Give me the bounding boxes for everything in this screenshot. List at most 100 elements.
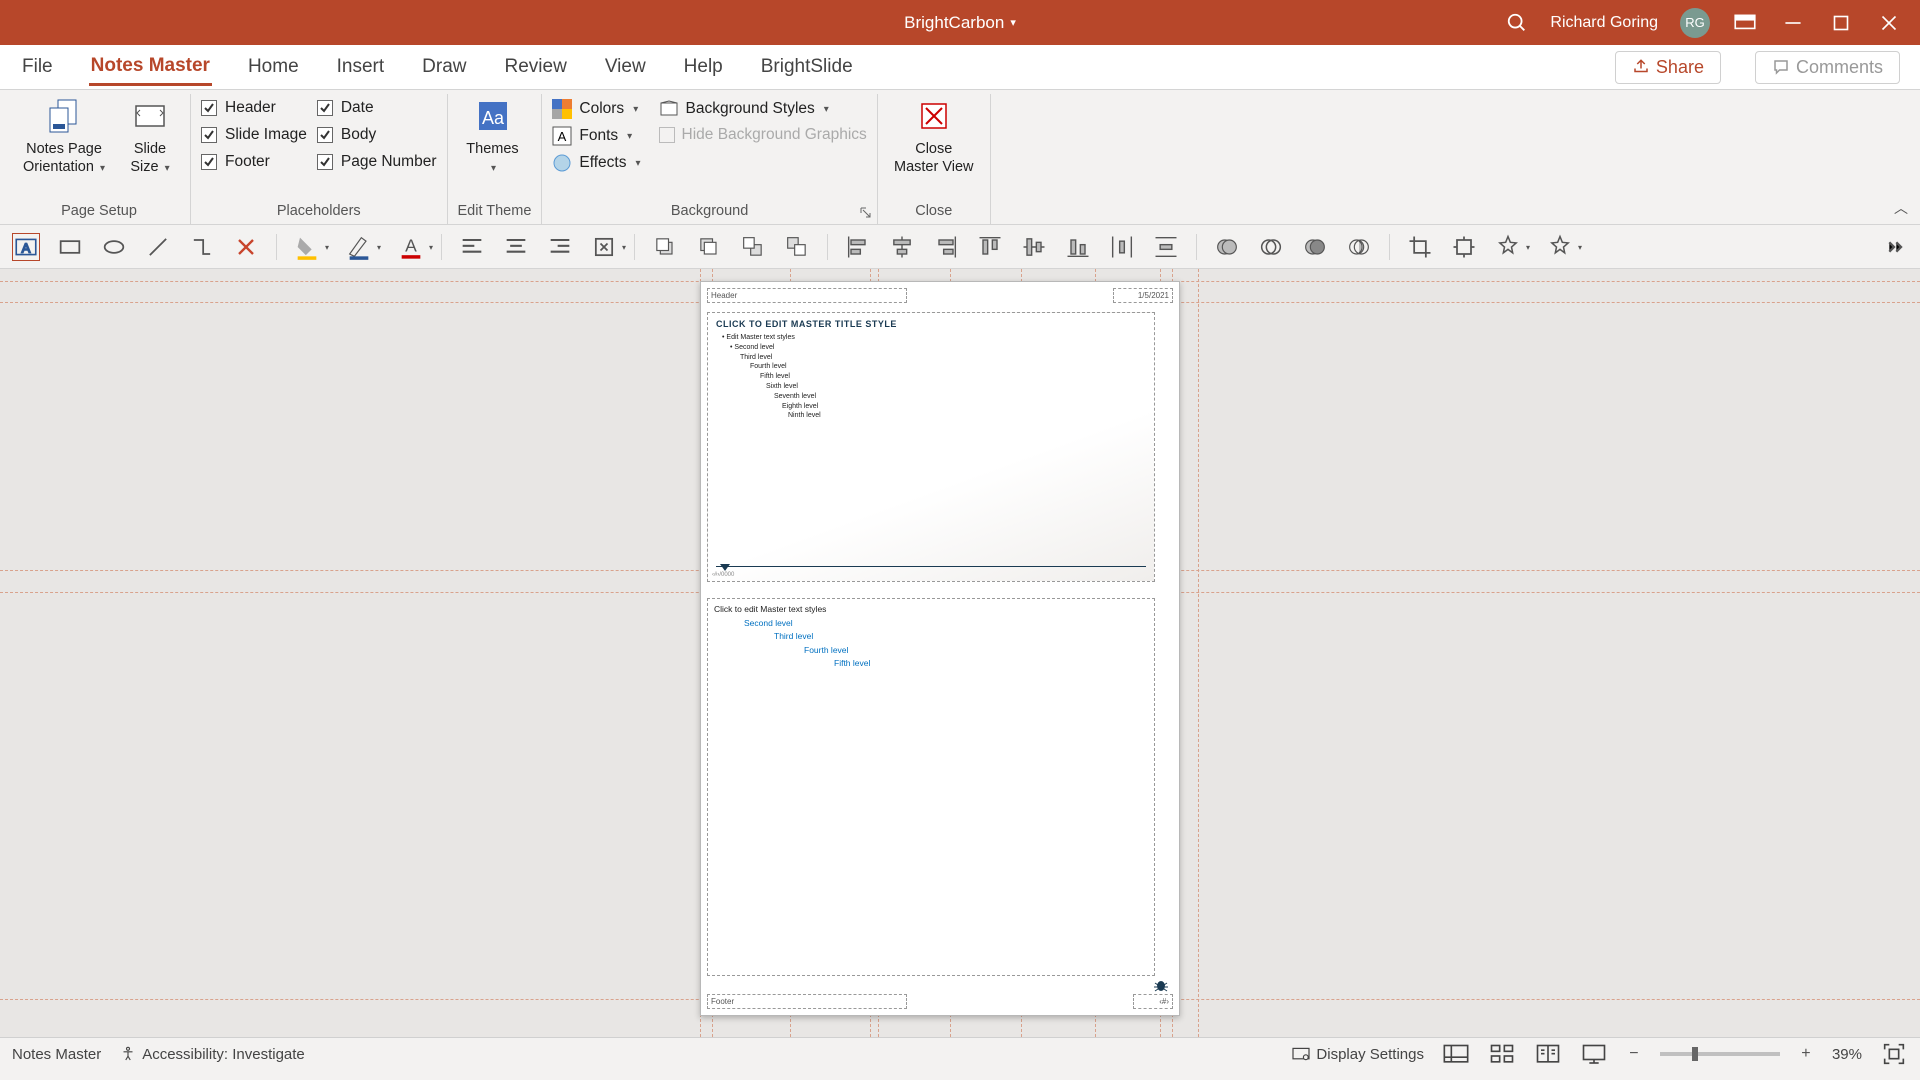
- check-page-number[interactable]: Page Number: [317, 153, 437, 171]
- slide-sorter-view-icon[interactable]: [1488, 1043, 1516, 1065]
- themes-button[interactable]: Aa Themes▾: [458, 96, 528, 176]
- canvas-area[interactable]: Header 1/5/2021 CLICK TO EDIT MASTER TIT…: [0, 269, 1920, 1037]
- tab-notes-master[interactable]: Notes Master: [89, 49, 212, 86]
- header-placeholder[interactable]: Header: [707, 288, 907, 303]
- tab-help[interactable]: Help: [682, 50, 725, 84]
- send-to-back-icon[interactable]: [783, 233, 811, 261]
- merge-union-icon[interactable]: [1213, 233, 1241, 261]
- tab-review[interactable]: Review: [503, 50, 569, 84]
- footer-placeholder[interactable]: Footer: [707, 994, 907, 1009]
- merge-intersect-icon[interactable]: [1345, 233, 1373, 261]
- star-add-icon[interactable]: ▾: [1494, 233, 1522, 261]
- check-footer[interactable]: Footer: [201, 153, 307, 171]
- merge-fragment-icon[interactable]: [1301, 233, 1329, 261]
- page-number-placeholder[interactable]: ‹#›: [1133, 994, 1173, 1009]
- outline-color-icon[interactable]: ▾: [345, 233, 373, 261]
- title-bar: BrightCarbon ▾ Richard Goring RG: [0, 0, 1920, 45]
- zoom-out-button[interactable]: −: [1626, 1045, 1642, 1063]
- align-obj-right-icon[interactable]: [932, 233, 960, 261]
- rectangle-tool-icon[interactable]: [56, 233, 84, 261]
- effects-button[interactable]: Effects ▾: [552, 153, 640, 173]
- close-window-button[interactable]: [1876, 10, 1902, 36]
- zoom-level[interactable]: 39%: [1832, 1046, 1862, 1063]
- document-title[interactable]: BrightCarbon ▾: [904, 13, 1016, 33]
- distribute-vertical-icon[interactable]: [1152, 233, 1180, 261]
- avatar[interactable]: RG: [1680, 8, 1710, 38]
- notes-page[interactable]: Header 1/5/2021 CLICK TO EDIT MASTER TIT…: [700, 281, 1180, 1016]
- zoom-in-button[interactable]: +: [1798, 1045, 1814, 1063]
- tab-view[interactable]: View: [603, 50, 648, 84]
- fonts-button[interactable]: AFonts ▾: [552, 126, 640, 146]
- tab-home[interactable]: Home: [246, 50, 301, 84]
- reading-view-icon[interactable]: [1534, 1043, 1562, 1065]
- tab-brightslide[interactable]: BrightSlide: [759, 50, 855, 84]
- bring-forward-icon[interactable]: [651, 233, 679, 261]
- elbow-connector-icon[interactable]: [188, 233, 216, 261]
- align-obj-center-icon[interactable]: [888, 233, 916, 261]
- align-obj-middle-icon[interactable]: [1020, 233, 1048, 261]
- svg-text:A: A: [22, 240, 31, 255]
- zoom-slider[interactable]: [1660, 1052, 1780, 1056]
- tab-insert[interactable]: Insert: [335, 50, 387, 84]
- align-right-icon[interactable]: [546, 233, 574, 261]
- align-center-icon[interactable]: [502, 233, 530, 261]
- background-styles-button[interactable]: Background Styles ▾: [659, 99, 867, 119]
- group-label: Close: [888, 200, 980, 222]
- fonts-icon: A: [552, 126, 572, 146]
- ribbon-display-icon[interactable]: [1732, 10, 1758, 36]
- fill-color-icon[interactable]: ▾: [293, 233, 321, 261]
- accessibility-button[interactable]: Accessibility: Investigate: [119, 1045, 305, 1063]
- minimize-button[interactable]: [1780, 10, 1806, 36]
- crop-icon[interactable]: [1406, 233, 1434, 261]
- tab-draw[interactable]: Draw: [420, 50, 468, 84]
- slide-image-placeholder[interactable]: CLICK TO EDIT MASTER TITLE STYLE • Edit …: [707, 312, 1155, 582]
- send-backward-icon[interactable]: [695, 233, 723, 261]
- hide-background-graphics-check: Hide Background Graphics: [659, 126, 867, 144]
- body-placeholder[interactable]: Click to edit Master text styles Second …: [707, 598, 1155, 976]
- oval-tool-icon[interactable]: [100, 233, 128, 261]
- date-placeholder[interactable]: 1/5/2021: [1113, 288, 1173, 303]
- close-master-view-button[interactable]: Close Master View: [888, 96, 980, 176]
- orientation-icon: [44, 96, 84, 136]
- check-slide-image[interactable]: Slide Image: [201, 126, 307, 144]
- normal-view-icon[interactable]: [1442, 1043, 1470, 1065]
- fit-to-window-icon[interactable]: [1880, 1043, 1908, 1065]
- comments-button[interactable]: Comments: [1755, 51, 1900, 84]
- group-label: Edit Theme: [458, 200, 532, 222]
- colors-button[interactable]: Colors ▾: [552, 99, 640, 119]
- size-position-icon[interactable]: [1450, 233, 1478, 261]
- star-play-icon[interactable]: ▾: [1546, 233, 1574, 261]
- align-obj-left-icon[interactable]: [844, 233, 872, 261]
- dialog-launcher-icon[interactable]: [859, 206, 873, 220]
- slideshow-view-icon[interactable]: [1580, 1043, 1608, 1065]
- distribute-horizontal-icon[interactable]: [1108, 233, 1136, 261]
- delete-icon[interactable]: [232, 233, 260, 261]
- align-obj-bottom-icon[interactable]: [1064, 233, 1092, 261]
- check-body[interactable]: Body: [317, 126, 437, 144]
- textbox-tool-icon[interactable]: A: [12, 233, 40, 261]
- font-color-icon[interactable]: A▾: [397, 233, 425, 261]
- user-name[interactable]: Richard Goring: [1550, 14, 1658, 32]
- group-edit-theme: Aa Themes▾ Edit Theme: [448, 94, 543, 224]
- notes-page-orientation-button[interactable]: Notes Page Orientation ▾: [18, 96, 110, 176]
- bring-to-front-icon[interactable]: [739, 233, 767, 261]
- maximize-button[interactable]: [1828, 10, 1854, 36]
- align-obj-top-icon[interactable]: [976, 233, 1004, 261]
- search-icon[interactable]: [1506, 12, 1528, 34]
- align-left-icon[interactable]: [458, 233, 486, 261]
- check-date[interactable]: Date: [317, 99, 437, 117]
- tab-file[interactable]: File: [20, 50, 55, 84]
- background-styles-icon: [659, 99, 679, 119]
- slide-size-button[interactable]: Slide Size ▾: [120, 96, 180, 176]
- share-button[interactable]: Share: [1615, 51, 1721, 84]
- overflow-icon[interactable]: [1880, 233, 1908, 261]
- group-label: Placeholders: [201, 200, 437, 222]
- merge-combine-icon[interactable]: [1257, 233, 1285, 261]
- line-tool-icon[interactable]: [144, 233, 172, 261]
- collapse-ribbon-icon[interactable]: ︿: [1894, 198, 1908, 218]
- autofit-icon[interactable]: ▾: [590, 233, 618, 261]
- bug-icon: [1153, 979, 1169, 991]
- check-header[interactable]: Header: [201, 99, 307, 117]
- display-settings-button[interactable]: Display Settings: [1291, 1046, 1424, 1063]
- group-page-setup: Notes Page Orientation ▾ Slide Size ▾ Pa…: [8, 94, 191, 224]
